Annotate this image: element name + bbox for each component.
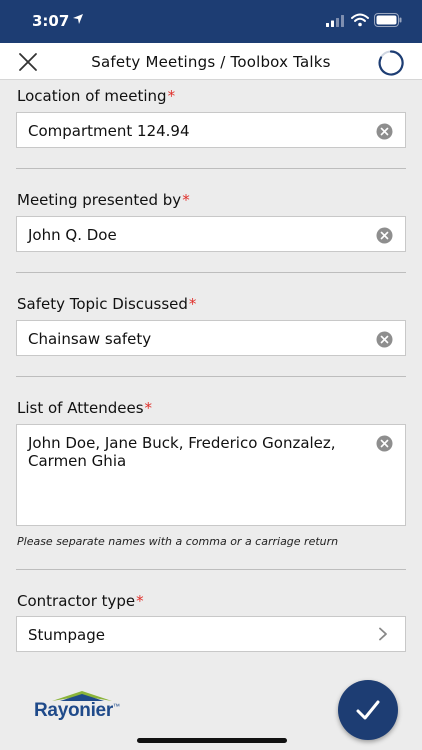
contractor-label: Contractor type* bbox=[17, 592, 144, 610]
nav-bar: Safety Meetings / Toolbox Talks bbox=[0, 43, 422, 80]
rayonier-logo: Rayonier™ bbox=[32, 690, 136, 722]
chevron-right-icon bbox=[379, 627, 387, 641]
attendees-textarea[interactable]: John Doe, Jane Buck, Frederico Gonzalez,… bbox=[16, 424, 406, 526]
status-time: 3:07 bbox=[32, 12, 70, 30]
clear-icon[interactable] bbox=[376, 227, 393, 244]
topic-value: Chainsaw safety bbox=[28, 330, 152, 348]
divider bbox=[16, 168, 406, 169]
attendees-hint: Please separate names with a comma or a … bbox=[17, 535, 339, 548]
brand-name: Rayonier™ bbox=[34, 700, 120, 721]
topic-field[interactable]: Chainsaw safety bbox=[16, 320, 406, 356]
presenter-value: John Q. Doe bbox=[28, 226, 117, 244]
contractor-select[interactable]: Stumpage bbox=[16, 616, 406, 652]
presenter-field[interactable]: John Q. Doe bbox=[16, 216, 406, 252]
wifi-icon bbox=[351, 13, 369, 27]
location-arrow-icon bbox=[73, 14, 83, 24]
contractor-value: Stumpage bbox=[28, 626, 105, 644]
page-title: Safety Meetings / Toolbox Talks bbox=[91, 53, 331, 71]
submit-button[interactable] bbox=[338, 680, 398, 740]
topic-label: Safety Topic Discussed* bbox=[17, 295, 197, 313]
attendees-value: John Doe, Jane Buck, Frederico Gonzalez,… bbox=[28, 434, 336, 470]
divider bbox=[16, 272, 406, 273]
attendees-label: List of Attendees* bbox=[17, 399, 153, 417]
divider bbox=[16, 569, 406, 570]
cellular-signal-icon bbox=[326, 15, 344, 27]
loading-spinner-icon bbox=[378, 50, 404, 76]
location-value: Compartment 124.94 bbox=[28, 122, 190, 140]
clear-icon[interactable] bbox=[376, 123, 393, 140]
status-bar: 3:07 bbox=[0, 0, 422, 43]
location-label: Location of meeting* bbox=[17, 87, 176, 105]
home-indicator[interactable] bbox=[137, 738, 287, 743]
battery-icon bbox=[374, 13, 402, 27]
location-field[interactable]: Compartment 124.94 bbox=[16, 112, 406, 148]
presenter-label: Meeting presented by* bbox=[17, 191, 190, 209]
checkmark-icon bbox=[356, 700, 380, 720]
clear-icon[interactable] bbox=[376, 435, 393, 452]
divider bbox=[16, 376, 406, 377]
clear-icon[interactable] bbox=[376, 331, 393, 348]
